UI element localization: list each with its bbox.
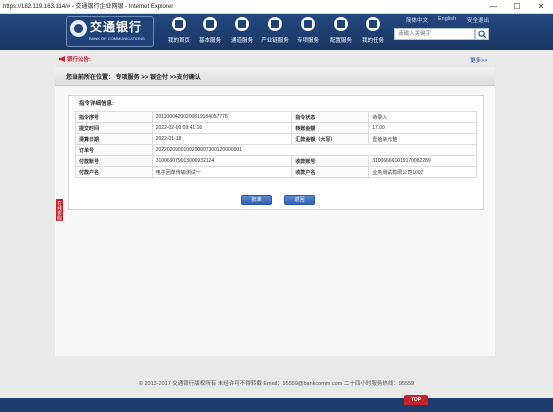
field-value: 310069079013006932124 — [151, 155, 293, 167]
home-icon — [172, 17, 186, 31]
nav-label: 我的任务 — [361, 38, 384, 44]
notice-label: 银行公告: — [67, 57, 91, 63]
field-value: 17.00 — [368, 122, 477, 134]
table-row: 提交时间 2022-02-09 09:41:16 转账金额 17.00 — [75, 122, 477, 134]
channel-icon — [235, 17, 249, 31]
online-service-tab[interactable]: 在线客服 — [56, 199, 63, 221]
window-title: https://182.119.163.114/# - 交通银行企业网银 - I… — [3, 4, 174, 10]
detail-table: 指令序号 20110004200200819184057778 指令状态 待录入… — [75, 111, 478, 178]
logo-english: BANK OF COMMUNICATIONS — [89, 36, 145, 41]
field-label: 付款账号 — [75, 155, 153, 167]
tools-icon — [301, 17, 315, 31]
back-button[interactable]: 返回 — [284, 195, 315, 205]
field-label: 指令状态 — [291, 111, 370, 123]
search-button[interactable] — [475, 28, 489, 40]
field-value: 2022-01-18 — [151, 133, 293, 145]
field-value: 待录入 — [368, 111, 477, 123]
field-label: 指令序号 — [75, 111, 153, 123]
detail-title: 指令详细信息: — [79, 101, 114, 107]
field-label: 订单号 — [75, 144, 153, 156]
breadcrumb: 您当前所在位置： 专项服务 >> 银企付 >>支付确认 — [66, 75, 201, 81]
browser-titlebar: https://182.119.163.114/# - 交通银行企业网银 - I… — [0, 0, 553, 14]
logo-text: 交通银行 — [90, 20, 143, 34]
config-icon — [334, 17, 348, 31]
field-value: 业务测试有限公司1007 — [368, 166, 477, 178]
logout-link[interactable]: 安全退出 — [467, 16, 489, 24]
table-row: 订单号 2022020900100200007300120000001 — [75, 144, 478, 156]
logo-icon — [70, 20, 87, 37]
field-label: 清算日期 — [75, 133, 153, 145]
search-input[interactable] — [394, 28, 475, 40]
lang-chinese-link[interactable]: 简体中文 — [406, 16, 428, 24]
field-value: 310066661019170082289 — [368, 155, 477, 167]
field-label: 提交时间 — [75, 122, 153, 134]
field-value: 电子回单传输测试一 — [151, 166, 293, 178]
table-row: 付款账号 310069079013006932124 收款账号 31006666… — [75, 155, 477, 167]
field-label: 汇款金额（大写） — [291, 133, 370, 145]
chain-icon — [268, 17, 282, 31]
field-value: 壹拾柒元整 — [368, 133, 477, 145]
table-row: 清算日期 2022-01-18 汇款金额（大写） 壹拾柒元整 — [75, 133, 477, 145]
basic-service-icon — [203, 17, 217, 31]
field-label: 收款户名 — [291, 166, 370, 178]
footer-bar — [0, 398, 553, 412]
speaker-icon — [59, 56, 65, 62]
approve-button[interactable]: 批准 — [241, 195, 272, 205]
tasks-icon — [366, 17, 380, 31]
lang-english-link[interactable]: English — [438, 16, 456, 22]
nav-my-tasks[interactable]: 我的任务 — [356, 17, 390, 47]
more-link[interactable]: 更多>> — [470, 56, 487, 64]
field-label: 转账金额 — [291, 122, 370, 134]
field-value: 20110004200200819184057778 — [151, 111, 293, 123]
field-label: 收款账号 — [291, 155, 370, 167]
close-button[interactable]: ✕ — [529, 0, 553, 13]
table-row: 付款户名 电子回单传输测试一 收款户名 业务测试有限公司1007 — [75, 166, 477, 178]
footer: © 2013-2017 交通银行版权所有 未经许可不得转载 Email：9555… — [138, 381, 415, 387]
maximize-button[interactable]: ☐ — [505, 0, 529, 13]
back-to-top-button[interactable]: TOP — [404, 395, 428, 405]
field-label: 付款户名 — [75, 166, 153, 178]
field-value: 2022-02-09 09:41:16 — [151, 122, 293, 134]
minimize-button[interactable]: — — [481, 0, 505, 13]
field-value: 2022020900100200007300120000001 — [151, 144, 478, 156]
search-icon — [478, 30, 487, 39]
table-row: 指令序号 20110004200200819184057778 指令状态 待录入 — [75, 111, 477, 123]
